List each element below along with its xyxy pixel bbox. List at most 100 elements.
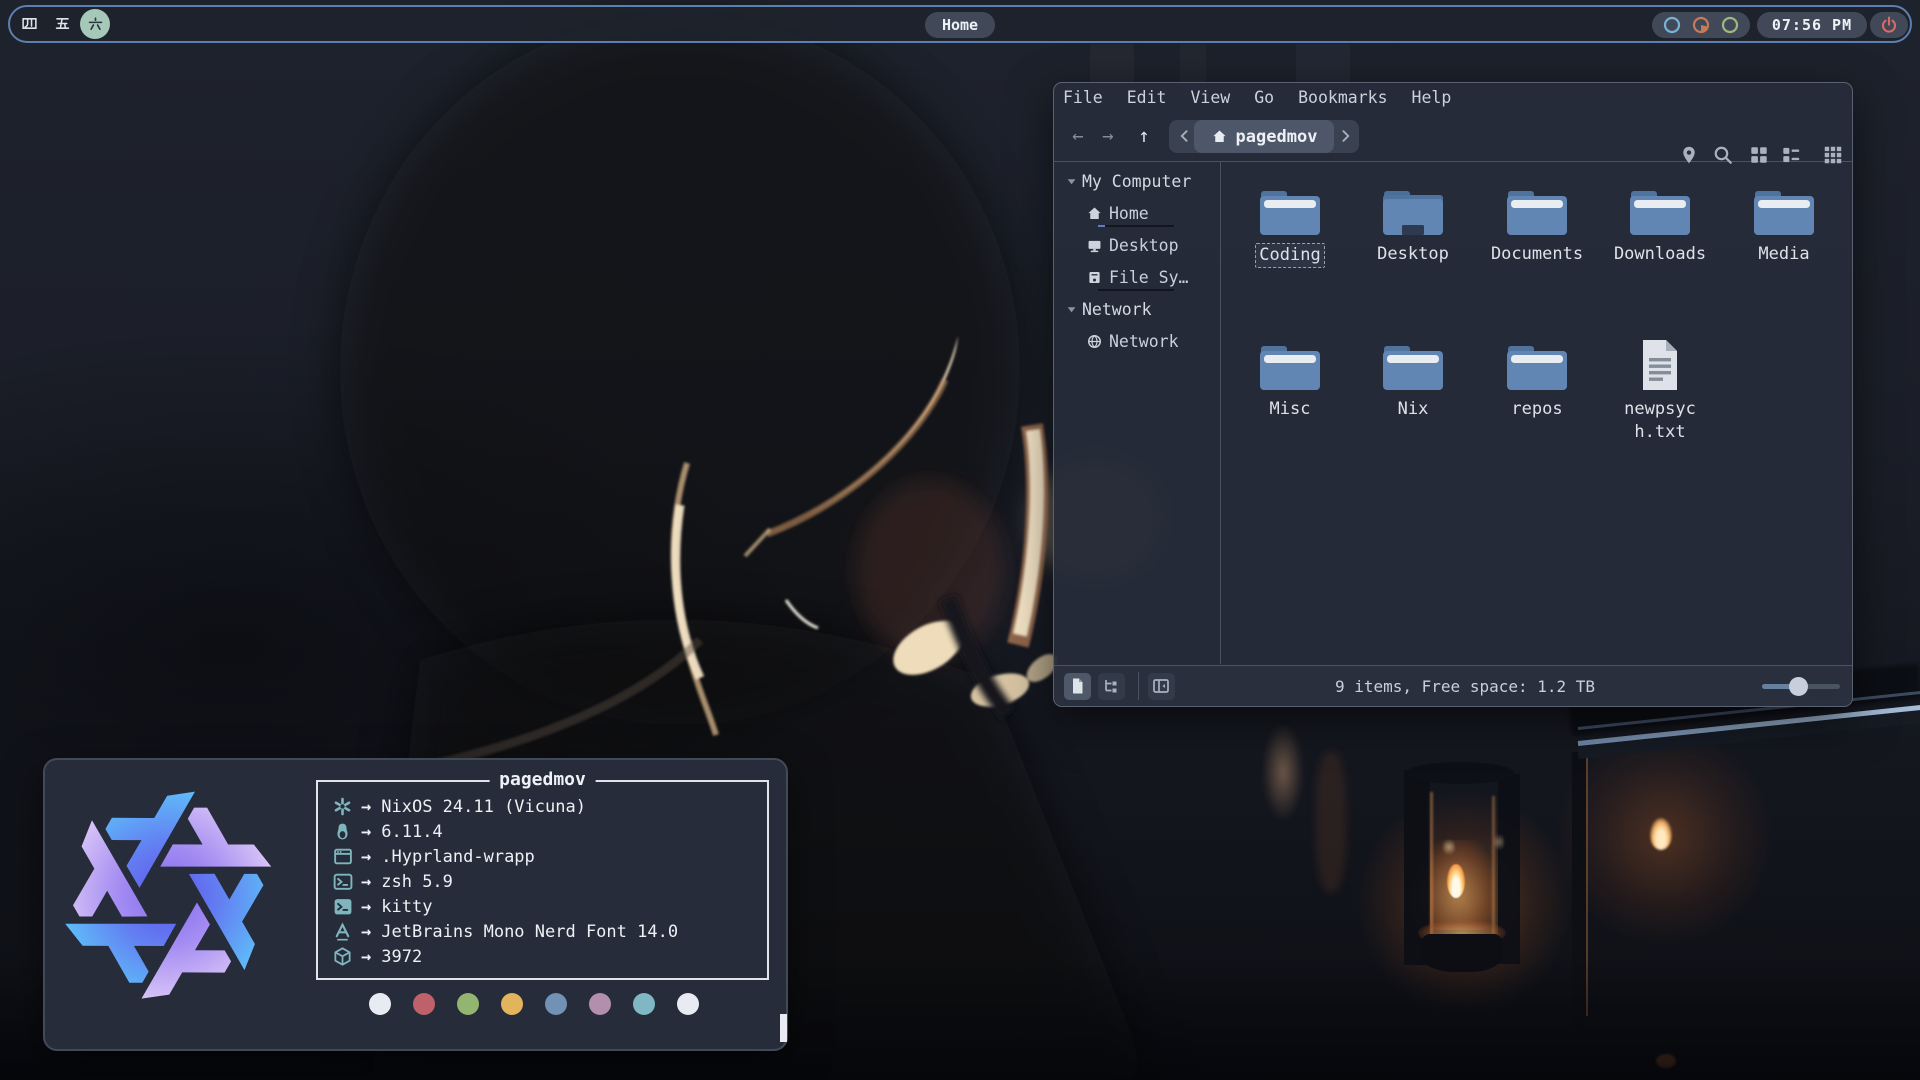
file-item-newpsych-txt[interactable]: newpsych.txt xyxy=(1602,338,1718,444)
menu-go[interactable]: Go xyxy=(1254,88,1274,107)
menu-file[interactable]: File xyxy=(1063,88,1103,107)
show-files-button[interactable] xyxy=(1064,673,1091,700)
collapse-caret-icon xyxy=(1066,303,1078,315)
kernel-icon xyxy=(332,821,353,842)
power-button[interactable] xyxy=(1870,12,1908,38)
palette-dot-4 xyxy=(545,993,567,1015)
terminal-cursor xyxy=(780,1014,787,1042)
menu-edit[interactable]: Edit xyxy=(1127,88,1167,107)
sidebar-item-network[interactable]: Network xyxy=(1054,328,1220,354)
workspace-five[interactable] xyxy=(54,15,71,32)
fetch-row-terminal: →kitty xyxy=(332,894,432,919)
status-bar: 9 items, Free space: 1.2 TB xyxy=(1054,665,1852,706)
sidebar-item-filesystem[interactable]: File Sy… xyxy=(1054,264,1220,290)
compact-view-icon[interactable] xyxy=(1822,144,1844,166)
folder-icon xyxy=(1381,338,1445,392)
folder-icon xyxy=(1505,338,1569,392)
workspace-six-active[interactable] xyxy=(80,9,110,39)
fetch-row-wm: →.Hyprland-wrapp xyxy=(332,844,535,869)
fetch-row-shell: →zsh 5.9 xyxy=(332,869,453,894)
file-item-documents[interactable]: Documents xyxy=(1479,183,1595,266)
palette-dot-0 xyxy=(369,993,391,1015)
workspace-four[interactable] xyxy=(21,15,38,32)
tray-orange-circle-icon[interactable] xyxy=(1691,15,1711,35)
up-button[interactable]: ↑ xyxy=(1130,122,1158,150)
sidebar-section-network[interactable]: Network xyxy=(1054,296,1220,322)
fetch-row-kernel: →6.11.4 xyxy=(332,819,443,844)
desktop-icon xyxy=(1086,237,1103,254)
sidebar-item-home[interactable]: Home xyxy=(1054,200,1220,226)
forward-button[interactable]: → xyxy=(1094,122,1122,150)
file-item-misc[interactable]: Misc xyxy=(1232,338,1348,421)
folder-icon xyxy=(1258,338,1322,392)
sidebar: My Computer Home Desktop File Sy… Networ… xyxy=(1054,162,1221,664)
tray-green-circle-icon[interactable] xyxy=(1720,15,1740,35)
palette-dot-7 xyxy=(677,993,699,1015)
file-item-downloads[interactable]: Downloads xyxy=(1602,183,1718,266)
file-item-media[interactable]: Media xyxy=(1726,183,1842,266)
menu-view[interactable]: View xyxy=(1191,88,1231,107)
nix-icon xyxy=(332,796,353,817)
file-icon xyxy=(1067,676,1087,696)
status-summary: 9 items, Free space: 1.2 TB xyxy=(1335,666,1595,707)
fetch-row-packages: →3972 xyxy=(332,944,422,969)
menu-bookmarks[interactable]: Bookmarks xyxy=(1298,88,1387,107)
path-bar: pagedmov xyxy=(1169,120,1359,153)
palette-dot-2 xyxy=(457,993,479,1015)
palette-dot-3 xyxy=(501,993,523,1015)
panel-icon xyxy=(1151,676,1171,696)
toggle-panel-button[interactable] xyxy=(1148,673,1175,700)
top-bar: Home 07:56 PM xyxy=(8,5,1912,43)
folder-icon xyxy=(1752,183,1816,237)
terminal-window: pagedmov →NixOS 24.11 (Vicuna) →6.11.4 →… xyxy=(43,758,788,1051)
palette-dot-5 xyxy=(589,993,611,1015)
fetch-hostname: pagedmov xyxy=(489,769,596,790)
power-icon xyxy=(1879,15,1899,35)
shell-icon xyxy=(332,871,353,892)
workspace-six-icon xyxy=(87,16,104,33)
folder-icon xyxy=(1505,183,1569,237)
text-file-icon xyxy=(1628,338,1692,392)
home-icon xyxy=(1086,205,1103,222)
active-window-title: Home xyxy=(925,12,995,38)
file-item-coding[interactable]: Coding xyxy=(1232,183,1348,268)
location-pin-icon[interactable] xyxy=(1678,144,1700,166)
tree-view-button[interactable] xyxy=(1098,673,1125,700)
zoom-slider-knob[interactable] xyxy=(1789,677,1808,696)
tray-blue-circle-icon[interactable] xyxy=(1662,15,1682,35)
tree-icon xyxy=(1101,676,1121,696)
folder-icon xyxy=(1258,183,1322,237)
list-view-icon[interactable] xyxy=(1780,144,1802,166)
search-icon[interactable] xyxy=(1712,144,1734,166)
folder-icon xyxy=(1628,183,1692,237)
filesystem-icon xyxy=(1086,269,1103,286)
fetch-row-font: →JetBrains Mono Nerd Font 14.0 xyxy=(332,919,678,944)
menubar: File Edit View Go Bookmarks Help xyxy=(1054,83,1852,112)
menu-help[interactable]: Help xyxy=(1412,88,1452,107)
network-icon xyxy=(1086,333,1103,350)
palette-dot-1 xyxy=(413,993,435,1015)
file-item-nix[interactable]: Nix xyxy=(1355,338,1471,421)
back-button[interactable]: ← xyxy=(1064,122,1092,150)
icon-view-icon[interactable] xyxy=(1748,144,1770,166)
fetch-row-os: →NixOS 24.11 (Vicuna) xyxy=(332,794,586,819)
toolbar: ← → ↑ pagedmov xyxy=(1054,112,1852,162)
wm-icon xyxy=(332,846,353,867)
path-scroll-right-icon[interactable] xyxy=(1337,128,1353,144)
sidebar-section-my-computer[interactable]: My Computer xyxy=(1054,168,1220,194)
file-item-repos[interactable]: repos xyxy=(1479,338,1595,421)
file-manager-window: File Edit View Go Bookmarks Help ← → ↑ p… xyxy=(1053,82,1853,707)
collapse-caret-icon xyxy=(1066,175,1078,187)
nixos-logo xyxy=(59,786,277,1004)
path-scroll-left-icon[interactable] xyxy=(1177,128,1193,144)
path-segment-current[interactable]: pagedmov xyxy=(1194,120,1334,153)
terminal-icon xyxy=(332,896,353,917)
packages-icon xyxy=(332,946,353,967)
palette-dot-6 xyxy=(633,993,655,1015)
file-item-desktop[interactable]: Desktop xyxy=(1355,183,1471,266)
sidebar-item-desktop[interactable]: Desktop xyxy=(1054,232,1220,258)
fetch-info-box: pagedmov →NixOS 24.11 (Vicuna) →6.11.4 →… xyxy=(316,780,769,980)
font-icon xyxy=(332,921,353,942)
clock[interactable]: 07:56 PM xyxy=(1757,12,1867,38)
tray xyxy=(1652,12,1750,38)
